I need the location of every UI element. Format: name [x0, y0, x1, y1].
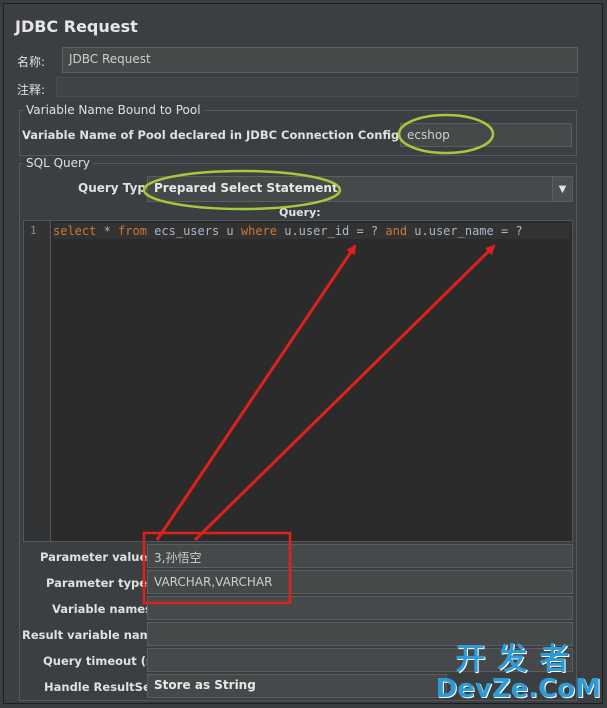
sql-group-title: SQL Query: [23, 156, 94, 170]
keyword-and: and: [385, 224, 408, 238]
watermark-logo: 开发者 DevZe.CoM: [436, 634, 601, 704]
pool-name-input[interactable]: ecshop: [400, 123, 572, 147]
variable-names-input[interactable]: [147, 596, 573, 620]
handle-resultset-label: Handle ResultSet:: [44, 680, 161, 694]
query-type-value: Prepared Select Statement: [154, 181, 338, 195]
variable-names-label: Variable names:: [52, 602, 157, 616]
parameter-types-input[interactable]: VARCHAR,VARCHAR: [147, 570, 573, 594]
keyword-select: select: [53, 224, 97, 238]
sql-part-3: u.user_id = ?: [277, 224, 386, 238]
jdbc-request-panel: JDBC Request 名称: JDBC Request 注释: Variab…: [3, 3, 603, 704]
query-timeout-label: Query timeout (s):: [43, 654, 163, 668]
chevron-down-icon[interactable]: ▼: [552, 177, 572, 201]
line-number: 1: [30, 224, 37, 237]
sql-editor[interactable]: 1 select * from ecs_users u where u.user…: [23, 220, 573, 542]
watermark-line-1: 开发者: [455, 642, 582, 677]
parameter-values-input[interactable]: 3,孙悟空: [147, 544, 573, 568]
watermark-line-2: DevZe.CoM: [435, 674, 601, 704]
query-label: Query:: [279, 206, 321, 219]
parameter-types-label: Parameter types:: [46, 576, 159, 590]
keyword-where: where: [240, 224, 277, 238]
keyword-from: from: [118, 224, 147, 238]
name-input[interactable]: JDBC Request: [62, 47, 578, 73]
sql-code-line[interactable]: select * from ecs_users u where u.user_i…: [53, 223, 570, 239]
sql-part-2: ecs_users u: [146, 224, 241, 238]
pool-name-label: Variable Name of Pool declared in JDBC C…: [22, 128, 451, 142]
handle-resultset-value: Store as String: [154, 678, 256, 692]
sql-part-1: *: [96, 224, 119, 238]
panel-title: JDBC Request: [15, 17, 138, 36]
comment-input[interactable]: [56, 77, 578, 97]
line-gutter: 1: [24, 221, 51, 541]
result-variable-label: Result variable name:: [22, 628, 165, 642]
name-label: 名称:: [17, 55, 46, 69]
parameter-values-label: Parameter values:: [40, 550, 159, 564]
comment-label: 注释:: [17, 83, 46, 97]
sql-part-4: u.user_name = ?: [407, 224, 523, 238]
handle-resultset-select[interactable]: Store as String: [147, 674, 447, 698]
query-type-select[interactable]: Prepared Select Statement ▼: [147, 176, 573, 202]
pool-group-title: Variable Name Bound to Pool: [23, 103, 204, 117]
